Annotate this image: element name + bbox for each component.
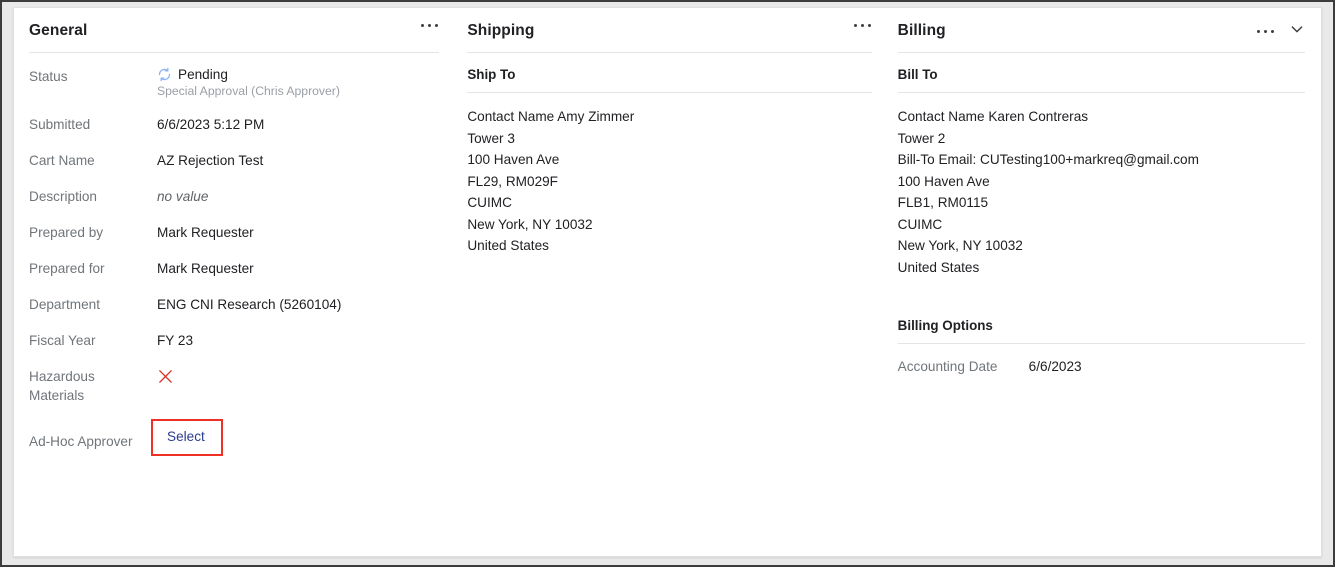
adhoc-approver-select-link[interactable]: Select (167, 429, 205, 444)
billing-title: Billing (897, 21, 946, 39)
row-description-value: no value (157, 189, 209, 204)
row-fiscal-year-value: FY 23 (157, 333, 194, 348)
billing-options-subheading: Billing Options (897, 318, 993, 333)
billing-options-divider (897, 343, 1305, 344)
bill-to-line-4: 100 Haven Ave (897, 173, 990, 189)
row-department-value: ENG CNI Research (5260104) (157, 297, 342, 312)
ship-to-line-2: Tower 3 (467, 130, 515, 146)
row-fiscal-year-label: Fiscal Year (29, 333, 96, 348)
general-column: General Status Pending Special Approval … (14, 8, 453, 556)
row-cart-name-value: AZ Rejection Test (157, 153, 264, 168)
row-description: Description no value (29, 187, 439, 206)
ellipsis-horizontal-icon[interactable] (1256, 27, 1275, 36)
bill-to-address: Contact Name Karen Contreras Tower 2 Bil… (898, 106, 1305, 278)
row-cart-name: Cart Name AZ Rejection Test (29, 151, 439, 170)
row-prepared-for: Prepared for Mark Requester (29, 259, 439, 278)
general-header-actions (420, 21, 439, 30)
ship-to-line-4: FL29, RM029F (467, 173, 558, 189)
bill-to-line-8: United States (897, 259, 980, 275)
bill-to-line-5: FLB1, RM0115 (897, 195, 989, 210)
requisition-summary-screen: General Status Pending Special Approval … (0, 0, 1335, 567)
bill-to-line-2: Tower 2 (897, 130, 946, 146)
row-hazardous-materials-label: Hazardous Materials (29, 367, 157, 405)
shipping-title: Shipping (467, 21, 535, 39)
ship-to-divider (467, 92, 872, 93)
row-accounting-date: Accounting Date 6/6/2023 (898, 359, 1305, 374)
row-prepared-by-label: Prepared by (29, 225, 104, 240)
bill-to-line-3: Bill-To Email: CUTesting100+markreq@gmai… (897, 152, 1199, 167)
row-prepared-by: Prepared by Mark Requester (29, 223, 439, 242)
ship-to-line-5: CUIMC (467, 195, 512, 210)
card-columns: General Status Pending Special Approval … (14, 8, 1321, 556)
sync-refresh-icon (157, 67, 172, 82)
status-line: Pending (157, 67, 340, 82)
row-prepared-by-value: Mark Requester (157, 225, 254, 240)
ship-to-line-7: United States (467, 238, 549, 253)
row-accounting-date-label: Accounting Date (897, 359, 998, 374)
requisition-card: General Status Pending Special Approval … (13, 7, 1322, 557)
ship-to-line-3: 100 Haven Ave (467, 152, 560, 167)
row-status-label: Status (29, 69, 68, 84)
status-text: Pending (178, 67, 228, 82)
row-submitted: Submitted 6/6/2023 5:12 PM (29, 115, 439, 134)
row-status: Status Pending Special Approval (Chris A… (29, 67, 439, 98)
row-hazardous-materials-value (157, 367, 174, 385)
row-submitted-value: 6/6/2023 5:12 PM (157, 117, 265, 132)
bill-to-line-6: CUIMC (897, 216, 943, 232)
x-mark-icon (157, 368, 174, 385)
bill-to-line-7: New York, NY 10032 (897, 238, 1023, 253)
ship-to-subheading: Ship To (467, 67, 516, 82)
general-header: General (29, 8, 439, 53)
ship-to-address: Contact Name Amy Zimmer Tower 3 100 Have… (467, 106, 871, 257)
ship-to-line-6: New York, NY 10032 (467, 216, 593, 232)
row-department-label: Department (29, 297, 101, 312)
row-adhoc-approver: Ad-Hoc Approver Select (29, 419, 439, 456)
bill-to-line-1: Contact Name Karen Contreras (897, 109, 1089, 124)
row-submitted-label: Submitted (29, 117, 91, 132)
row-accounting-date-value: 6/6/2023 (1028, 359, 1082, 374)
row-adhoc-approver-label: Ad-Hoc Approver (29, 433, 133, 449)
billing-header: Billing (898, 8, 1305, 53)
row-prepared-for-value: Mark Requester (157, 261, 254, 276)
ellipsis-horizontal-icon[interactable] (420, 21, 439, 30)
row-department: Department ENG CNI Research (5260104) (29, 295, 439, 314)
row-hazardous-materials: Hazardous Materials (29, 367, 439, 405)
bill-to-subheading: Bill To (897, 67, 938, 82)
row-hazardous-materials-label-line2: Materials (29, 388, 85, 403)
row-cart-name-label: Cart Name (29, 153, 95, 168)
ship-to-line-1: Contact Name Amy Zimmer (467, 109, 635, 124)
billing-header-actions (1256, 21, 1305, 42)
row-description-label: Description (29, 189, 97, 204)
row-status-value-group: Pending Special Approval (Chris Approver… (157, 67, 340, 98)
row-fiscal-year: Fiscal Year FY 23 (29, 331, 439, 350)
general-title: General (29, 21, 88, 39)
billing-column: Billing Bill To Contact Name Karen Contr… (888, 8, 1321, 556)
adhoc-approver-highlight: Select (151, 419, 223, 456)
bill-to-divider (897, 92, 1305, 93)
shipping-column: Shipping Ship To Contact Name Amy Zimmer… (453, 8, 887, 556)
row-prepared-for-label: Prepared for (29, 261, 105, 276)
status-subtext: Special Approval (Chris Approver) (157, 84, 340, 98)
chevron-down-icon[interactable] (1289, 21, 1305, 42)
ellipsis-horizontal-icon[interactable] (853, 21, 872, 30)
row-hazardous-materials-label-line1: Hazardous (29, 369, 95, 384)
shipping-header: Shipping (467, 8, 871, 53)
shipping-header-actions (853, 21, 872, 30)
